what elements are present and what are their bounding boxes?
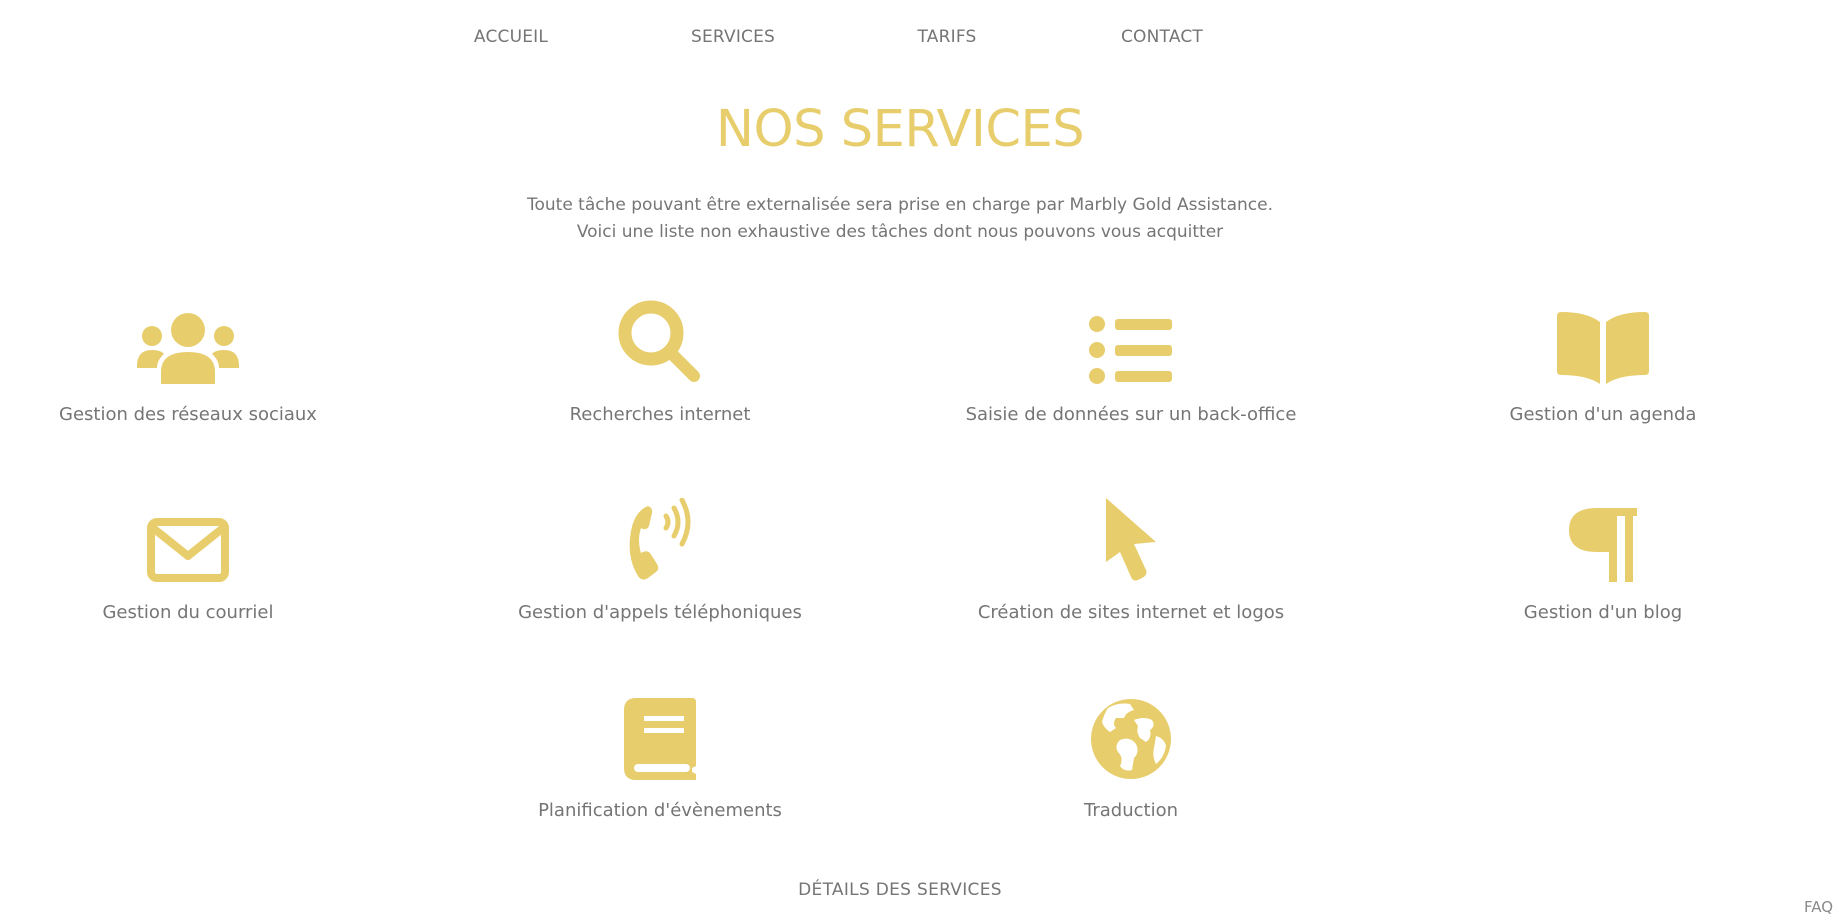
service-translation: Traduction xyxy=(931,696,1331,821)
service-label: Création de sites internet et logos xyxy=(977,602,1285,623)
service-blog: Gestion d'un blog xyxy=(1403,498,1803,623)
mouse-pointer-icon xyxy=(931,498,1331,582)
service-agenda: Gestion d'un agenda xyxy=(1403,300,1803,425)
envelope-icon xyxy=(0,498,388,582)
service-email: Gestion du courriel xyxy=(0,498,388,623)
users-icon xyxy=(0,300,388,384)
service-label: Gestion d'appels téléphoniques xyxy=(518,602,802,623)
service-event-planning: Planification d'évènements xyxy=(460,696,860,821)
service-label: Saisie de données sur un back-office xyxy=(965,404,1297,425)
service-label: Recherches internet xyxy=(569,404,751,425)
faq-link[interactable]: FAQ xyxy=(1804,898,1833,916)
nav-tarifs[interactable]: TARIFS xyxy=(918,27,977,47)
service-label: Gestion du courriel xyxy=(102,602,274,623)
intro-line-1: Toute tâche pouvant être externalisée se… xyxy=(526,195,1274,215)
nav-contact[interactable]: CONTACT xyxy=(1121,27,1203,47)
service-details-link[interactable]: DÉTAILS DES SERVICES xyxy=(0,880,1800,900)
service-phone-calls: Gestion d'appels téléphoniques xyxy=(460,498,860,623)
main-nav: ACCUEIL SERVICES TARIFS CONTACT xyxy=(0,27,1839,51)
intro-text: Toute tâche pouvant être externalisée se… xyxy=(0,192,1800,246)
intro-line-2: Voici une liste non exhaustive des tâche… xyxy=(576,222,1224,242)
service-label: Planification d'évènements xyxy=(538,800,782,821)
phone-volume-icon xyxy=(460,498,860,582)
service-social-media: Gestion des réseaux sociaux xyxy=(0,300,388,425)
service-label: Traduction xyxy=(1084,800,1178,821)
service-data-entry: Saisie de données sur un back-office xyxy=(931,300,1331,425)
list-icon xyxy=(931,300,1331,384)
service-label: Gestion d'un blog xyxy=(1523,602,1683,623)
service-websites-logos: Création de sites internet et logos xyxy=(931,498,1331,623)
nav-services[interactable]: SERVICES xyxy=(691,27,775,47)
paragraph-icon xyxy=(1403,498,1803,582)
service-internet-research: Recherches internet xyxy=(460,300,860,425)
service-label: Gestion des réseaux sociaux xyxy=(59,404,317,425)
nav-accueil[interactable]: ACCUEIL xyxy=(474,27,548,47)
globe-icon xyxy=(931,696,1331,780)
page-title: NOS SERVICES xyxy=(715,100,1085,159)
book-open-icon xyxy=(1403,300,1803,384)
book-icon xyxy=(460,696,860,780)
service-label: Gestion d'un agenda xyxy=(1509,404,1697,425)
search-icon xyxy=(460,300,860,384)
